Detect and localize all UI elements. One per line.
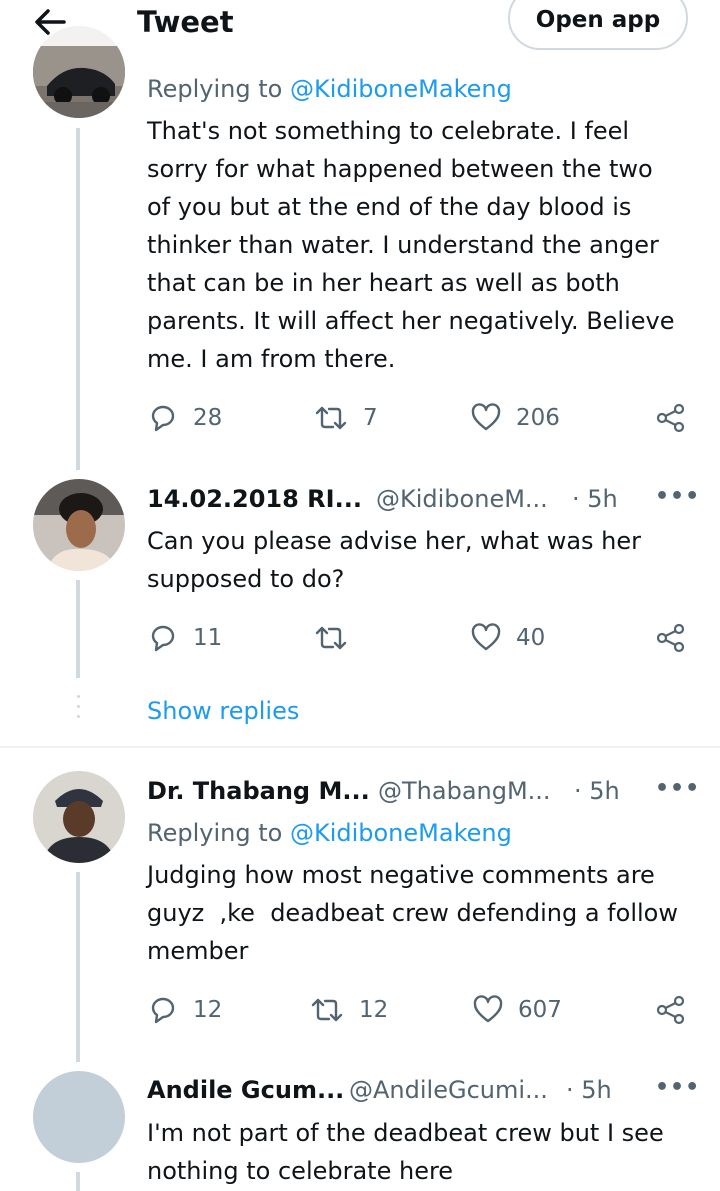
tweet-time-wrap: · 5h <box>572 484 618 514</box>
like-count: 206 <box>516 405 560 431</box>
like-button[interactable]: 607 <box>472 994 562 1026</box>
share-icon <box>656 995 685 1025</box>
share-button[interactable] <box>655 994 687 1026</box>
more-options-button[interactable]: ••• <box>655 1075 700 1100</box>
replying-to-label: Replying to <box>147 75 283 103</box>
tweet-header: Dr. Thabang M... <box>147 776 370 806</box>
avatar[interactable] <box>33 1071 125 1163</box>
reply-icon <box>151 625 175 652</box>
share-icon <box>656 403 685 433</box>
retweet-count: 7 <box>363 405 378 431</box>
replying-to-label: Replying to <box>147 819 283 847</box>
tweet-text: That's not something to celebrate. I fee… <box>147 117 675 373</box>
like-button[interactable]: 40 <box>470 622 545 654</box>
reply-count: 11 <box>193 625 223 651</box>
open-app-label: Open app <box>535 7 661 33</box>
retweet-button[interactable] <box>313 622 363 654</box>
show-replies-link[interactable]: Show replies <box>147 697 299 725</box>
tweet-text: Judging how most negative comments are g… <box>147 861 678 965</box>
share-button[interactable] <box>655 402 687 434</box>
avatar-image <box>33 771 125 863</box>
retweet-button[interactable]: 7 <box>313 402 378 434</box>
more-options-button[interactable]: ••• <box>655 484 700 509</box>
back-button[interactable] <box>30 2 70 42</box>
author-handle[interactable]: @KidiboneM... <box>376 485 548 513</box>
more-icon: ••• <box>655 1075 701 1100</box>
more-options-button[interactable]: ••• <box>655 776 700 801</box>
retweet-icon <box>311 998 343 1022</box>
reply-button[interactable]: 11 <box>147 622 222 654</box>
share-button[interactable] <box>655 622 687 654</box>
like-icon <box>473 995 503 1023</box>
tweet-handle-wrap: @KidiboneM... <box>376 484 548 514</box>
thread-line <box>76 1172 80 1191</box>
like-button[interactable]: 206 <box>470 402 560 434</box>
back-arrow-icon <box>35 9 66 35</box>
thread-line <box>76 128 80 470</box>
replying-to: Replying to @KidiboneMakeng <box>147 74 512 104</box>
top-bar: Tweet Open app <box>0 0 720 50</box>
retweet-icon <box>315 406 347 430</box>
tweet-text: Can you please advise her, what was her … <box>147 527 642 593</box>
author-name[interactable]: Dr. Thabang M... <box>147 777 370 805</box>
more-icon: ••• <box>655 484 701 509</box>
reply-button[interactable]: 28 <box>147 402 222 434</box>
share-icon <box>656 623 685 653</box>
tweet-handle-wrap: @AndileGcumi... <box>349 1075 548 1105</box>
avatar[interactable] <box>33 771 125 863</box>
avatar-image <box>33 479 125 571</box>
reply-button[interactable]: 12 <box>147 994 222 1026</box>
author-name[interactable]: 14.02.2018 RI... <box>147 485 362 513</box>
avatar[interactable] <box>33 479 125 571</box>
mention-link[interactable]: @KidiboneMakeng <box>290 75 512 103</box>
tweet-header: 14.02.2018 RI... <box>147 484 362 514</box>
author-handle[interactable]: @AndileGcumi... <box>349 1076 548 1104</box>
like-count: 607 <box>518 997 562 1023</box>
thread-line <box>76 580 80 678</box>
reply-icon <box>151 997 175 1024</box>
tweet-handle-wrap: @ThabangM... <box>378 776 551 806</box>
tweet-time-wrap: · 5h <box>574 776 620 806</box>
thread-dots <box>77 695 80 725</box>
tweet-header: Andile Gcum... <box>147 1075 344 1105</box>
author-handle[interactable]: @ThabangM... <box>378 777 551 805</box>
reply-count: 12 <box>193 997 223 1023</box>
tweet-time[interactable]: · 5h <box>566 1076 612 1104</box>
like-count: 40 <box>516 625 546 651</box>
retweet-button[interactable]: 12 <box>309 994 388 1026</box>
retweet-count: 12 <box>359 997 389 1023</box>
divider <box>0 746 720 748</box>
more-icon: ••• <box>655 776 701 801</box>
tweet-time[interactable]: · 5h <box>572 485 618 513</box>
like-icon <box>471 623 501 651</box>
tweet-time[interactable]: · 5h <box>574 777 620 805</box>
author-name[interactable]: Andile Gcum... <box>147 1076 344 1104</box>
retweet-icon <box>315 626 347 650</box>
open-app-button[interactable]: Open app <box>508 0 688 50</box>
thread-line <box>76 872 80 1062</box>
replying-to: Replying to @KidiboneMakeng <box>147 818 512 848</box>
reply-count: 28 <box>193 405 223 431</box>
tweet-time-wrap: · 5h <box>566 1075 612 1105</box>
like-icon <box>471 403 501 431</box>
tweet-text: I'm not part of the deadbeat crew but I … <box>147 1119 664 1185</box>
reply-icon <box>151 405 175 432</box>
page-title: Tweet <box>137 5 234 39</box>
mention-link[interactable]: @KidiboneMakeng <box>290 819 512 847</box>
